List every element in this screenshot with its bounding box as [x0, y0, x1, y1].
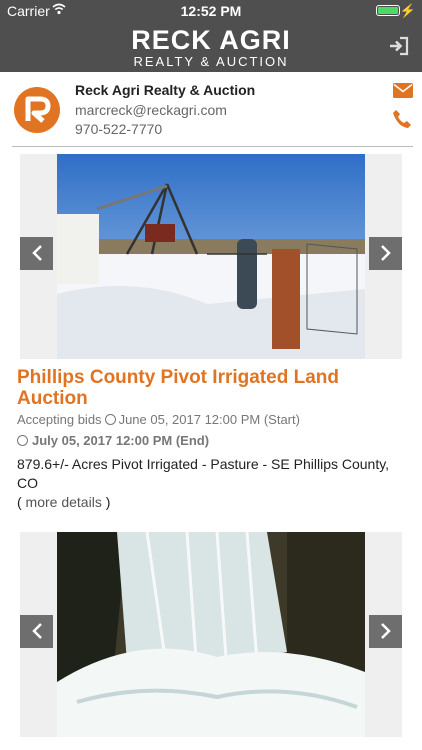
company-name: Reck Agri Realty & Auction: [75, 82, 256, 98]
prev-photo-button[interactable]: [20, 615, 53, 648]
company-info: Reck Agri Realty & Auction marcreck@reck…: [0, 72, 422, 147]
logo-line2: REALTY & AUCTION: [133, 54, 289, 69]
chevron-left-icon: [31, 245, 42, 261]
listing-card: Phillips County Pivot Irrigated Land Auc…: [0, 154, 422, 524]
more-details: ( more details ): [17, 494, 111, 510]
prev-photo-button[interactable]: [20, 237, 53, 270]
app-logo: RECK AGRI REALTY & AUCTION: [0, 25, 422, 69]
divider: [12, 146, 413, 147]
battery-icon: [376, 5, 400, 16]
company-email[interactable]: marcreck@reckagri.com: [75, 102, 227, 118]
bid-status: Accepting bids: [17, 412, 102, 427]
mail-icon[interactable]: [393, 83, 413, 98]
next-photo-button[interactable]: [369, 237, 402, 270]
listing-description: 879.6+/- Acres Pivot Irrigated - Pasture…: [17, 456, 390, 491]
company-logo-icon: [14, 87, 60, 133]
listing-photo: [57, 532, 365, 737]
chevron-right-icon: [380, 623, 391, 639]
login-icon[interactable]: [388, 36, 410, 56]
more-details-link[interactable]: more details: [22, 494, 106, 510]
listing-title[interactable]: Phillips County Pivot Irrigated Land Auc…: [17, 367, 387, 409]
next-photo-button[interactable]: [369, 615, 402, 648]
end-date: July 05, 2017 12:00 PM (End): [32, 433, 210, 448]
status-time: 12:52 PM: [180, 3, 242, 19]
status-bar: Carrier 12:52 PM ⚡: [0, 0, 422, 22]
logo-line1: RECK AGRI: [131, 25, 291, 55]
phone-icon[interactable]: [392, 109, 412, 129]
start-date: June 05, 2017 12:00 PM (Start): [118, 412, 300, 427]
chevron-right-icon: [380, 245, 391, 261]
charging-icon: ⚡: [399, 3, 416, 18]
chevron-left-icon: [31, 623, 42, 639]
company-phone[interactable]: 970-522-7770: [75, 121, 162, 137]
listing-end: July 05, 2017 12:00 PM (End): [17, 433, 209, 448]
clock-icon: [17, 435, 28, 446]
photo-carousel[interactable]: [20, 154, 402, 359]
clock-icon: [104, 414, 116, 425]
top-bar: Carrier 12:52 PM ⚡ RECK AGRI REALTY & AU…: [0, 0, 422, 72]
photo-carousel[interactable]: [20, 532, 402, 737]
listing-card: [0, 532, 422, 750]
listing-photo: [57, 154, 365, 359]
listing-start: Accepting bids June 05, 2017 12:00 PM (St…: [17, 412, 300, 427]
